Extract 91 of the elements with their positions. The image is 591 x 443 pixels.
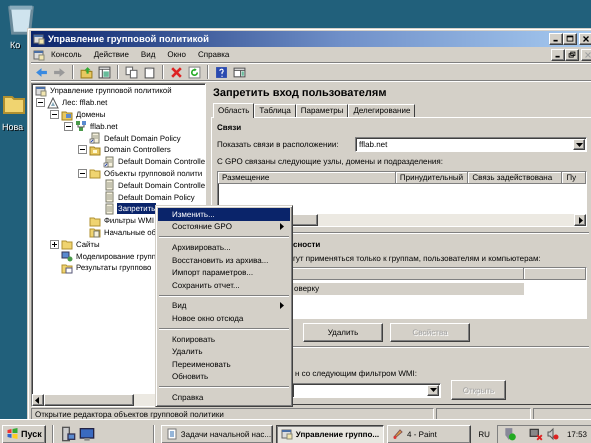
restore-button[interactable] <box>565 48 579 60</box>
maximize-button[interactable] <box>563 33 577 45</box>
menu-item[interactable]: Импорт параметров... <box>158 266 290 279</box>
column-header[interactable]: Связь задействована <box>468 172 562 184</box>
field-label: Показать связи в расположении: <box>217 140 339 149</box>
volume-muted-icon[interactable] <box>546 427 559 441</box>
action-pane-icon[interactable] <box>232 64 247 80</box>
menu-item[interactable]: Копировать <box>158 332 290 346</box>
minimize-button[interactable] <box>551 48 565 60</box>
collapse-icon[interactable] <box>50 110 59 119</box>
column-header[interactable] <box>524 268 586 280</box>
clock: 17:53 <box>566 430 587 438</box>
taskbar-button[interactable]: 4 - Paint <box>387 424 472 443</box>
scroll-right-icon[interactable] <box>577 216 583 224</box>
gpo-title: Запретить вход пользователям <box>212 86 388 101</box>
menu-item[interactable]: Удалить <box>158 345 290 358</box>
menu-item[interactable]: Действие <box>88 48 135 61</box>
collapse-icon[interactable] <box>78 145 87 154</box>
gpo-icon <box>103 179 115 192</box>
taskbar-button[interactable]: Задачи начальной нас... <box>160 424 273 443</box>
window-title: Управление групповой политикой <box>48 34 210 44</box>
menu-item[interactable]: Переименовать <box>158 358 290 371</box>
checklist-icon <box>166 428 178 440</box>
column-header[interactable]: Размещение <box>218 172 396 184</box>
gpo-icon <box>103 191 115 204</box>
taskbar-button[interactable]: Управление группо... <box>276 424 384 443</box>
server-icon[interactable] <box>60 426 76 442</box>
dropdown-arrow-icon[interactable] <box>430 388 436 392</box>
refresh-icon[interactable] <box>187 64 202 80</box>
collapse-icon[interactable] <box>36 98 45 108</box>
menu-item[interactable]: Окно <box>161 48 192 61</box>
folder-icon <box>61 238 73 250</box>
desktop-icon-label: Ко <box>10 40 20 50</box>
menu-item[interactable]: Архивировать... <box>158 241 290 254</box>
link-icon <box>103 156 115 168</box>
paint-brush-icon <box>392 428 404 440</box>
folder-icon <box>89 167 101 180</box>
tab[interactable]: Таблица <box>254 104 296 117</box>
menu-item[interactable]: Справка <box>192 48 236 61</box>
menu-item[interactable]: Восстановить из архива... <box>158 254 290 266</box>
expand-icon[interactable] <box>50 240 59 249</box>
menu-item[interactable]: Новое окно отсюда <box>158 312 290 325</box>
menu-item[interactable]: Консоль <box>45 48 88 61</box>
menu-item[interactable]: Состояние GPO <box>158 220 290 234</box>
dropdown-arrow-icon[interactable] <box>576 142 582 146</box>
table-row[interactable]: оверку <box>291 283 524 295</box>
button[interactable]: Удалить <box>303 323 383 342</box>
scrollbar-thumb[interactable] <box>44 394 134 406</box>
forest-icon <box>47 96 59 109</box>
collapse-icon[interactable] <box>64 122 73 131</box>
location-dropdown[interactable]: fflab.net <box>355 137 587 152</box>
console-icon <box>280 428 293 440</box>
domains-icon <box>61 108 73 120</box>
field-label: н со следующим фильтром WMI: <box>294 369 418 378</box>
tab[interactable]: Область <box>213 103 254 118</box>
wmi-filter-dropdown[interactable] <box>292 382 441 398</box>
menu-item[interactable]: Обновить <box>158 370 290 384</box>
section-heading: сности <box>292 240 322 249</box>
copy-icon[interactable] <box>124 64 139 80</box>
close-button[interactable] <box>579 33 591 45</box>
gpo-icon <box>103 202 115 215</box>
menu-item[interactable]: Вид <box>134 48 162 61</box>
language-indicator[interactable]: RU <box>474 430 494 438</box>
network-error-icon[interactable] <box>528 427 543 441</box>
windows-flag-icon <box>6 428 19 440</box>
description: С GPO связаны следующие узлы, домены и подразделения: <box>217 157 444 166</box>
tab[interactable]: Параметры <box>296 104 348 117</box>
paste-icon[interactable] <box>142 64 157 80</box>
column-header[interactable] <box>291 268 524 280</box>
desktop-icon[interactable] <box>78 426 95 442</box>
app-icon <box>33 33 45 45</box>
folder-icon <box>89 214 101 227</box>
scroll-left-icon[interactable] <box>35 396 41 404</box>
description: гут применяться только к группам, пользователям и компьютерам: <box>292 254 542 263</box>
desktop-icon-label: Нова <box>2 122 24 132</box>
console-tree-icon[interactable] <box>97 64 112 80</box>
start-button[interactable]: Пуск <box>2 424 46 443</box>
column-header[interactable]: Пу <box>562 172 586 184</box>
delete-icon[interactable] <box>169 64 184 80</box>
minimize-button[interactable] <box>549 33 563 45</box>
menu-item[interactable]: Вид <box>158 300 290 312</box>
column-header[interactable]: Принудительный <box>396 172 468 184</box>
tab[interactable]: Делегирование <box>348 104 416 117</box>
collapse-icon[interactable] <box>78 168 87 178</box>
help-icon[interactable] <box>214 64 229 80</box>
console-icon[interactable] <box>33 48 45 60</box>
menu-item[interactable]: Изменить... <box>158 208 290 221</box>
menu-item[interactable]: Сохранить отчет... <box>158 278 290 292</box>
menu-item[interactable]: Справка <box>158 391 290 404</box>
section-heading: Связи <box>217 123 242 132</box>
link-icon <box>89 132 101 144</box>
